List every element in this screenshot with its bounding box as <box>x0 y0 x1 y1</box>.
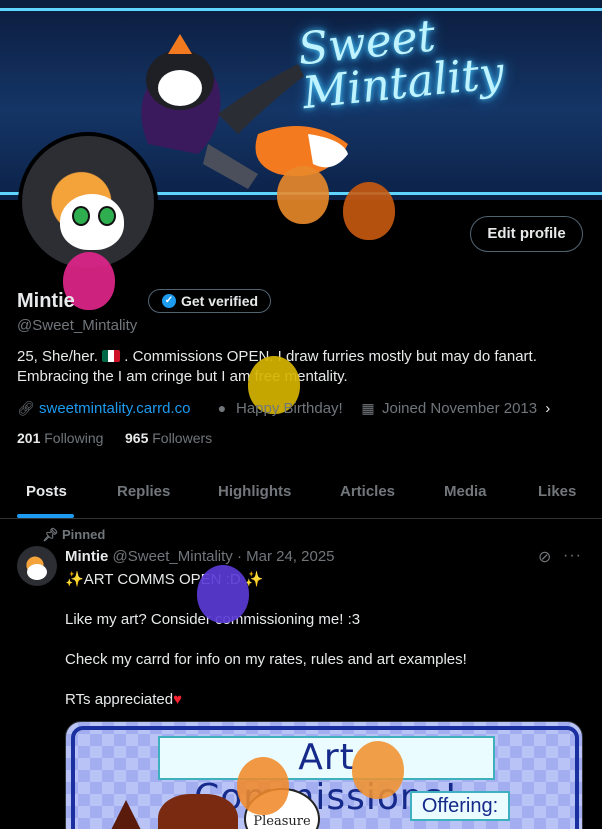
sparkle-icon-left: ✨ <box>65 571 84 588</box>
link-icon: 🔗︎ <box>17 400 35 416</box>
post-avatar-face <box>27 564 47 580</box>
more-icon[interactable]: ··· <box>563 547 585 565</box>
media-offering-label: Offering: <box>410 791 510 821</box>
profile-link[interactable]: sweetmintality.carrd.co <box>39 400 190 417</box>
tab-highlights[interactable]: Highlights <box>218 466 291 518</box>
birthday-item: ● Happy Birthday! <box>214 398 343 419</box>
balloon-icon: ● <box>217 400 227 416</box>
avatar-face <box>60 194 124 250</box>
heart-icon: ♥ <box>173 691 183 708</box>
post-header: Mintie @Sweet_Mintality · Mar 24, 2025 <box>65 548 335 565</box>
post-media-image[interactable]: Art Commissions! Offering: Pleasure <box>65 721 583 829</box>
post-line-4-text: RTs appreciated <box>65 691 174 708</box>
media-character <box>158 794 238 829</box>
profile-bio: 25, She/her. . Commissions OPEN. I draw … <box>17 347 587 387</box>
calendar-icon: ▦ <box>361 400 375 416</box>
joined-text: Joined November 2013 <box>382 400 538 417</box>
post-line-3: Check my carrd for info on my rates, rul… <box>65 651 467 668</box>
profile-name: Mintie <box>17 290 75 312</box>
profile-avatar[interactable] <box>18 132 158 272</box>
mexico-flag-icon <box>102 350 121 362</box>
chevron-right-icon[interactable]: › <box>545 400 550 417</box>
post-avatar[interactable] <box>17 546 57 586</box>
post-author[interactable]: Mintie <box>65 548 108 565</box>
followers-count: 965 <box>125 430 149 446</box>
following-link[interactable]: 201 Following <box>17 430 103 446</box>
birthday-balloon-orange-4 <box>352 741 404 799</box>
post-handle-date[interactable]: @Sweet_Mintality · Mar 24, 2025 <box>113 548 335 565</box>
following-label: Following <box>44 430 104 446</box>
edit-profile-button[interactable]: Edit profile <box>470 216 583 252</box>
profile-link-item[interactable]: 🔗︎ sweetmintality.carrd.co <box>17 398 190 419</box>
pinned-indicator: 📌︎ Pinned <box>42 527 105 543</box>
tab-media[interactable]: Media <box>444 466 487 518</box>
birthday-balloon-purple <box>197 565 249 623</box>
media-character-ear <box>106 800 146 829</box>
pinned-label: Pinned <box>62 527 106 542</box>
profile-handle: @Sweet_Mintality <box>17 317 138 334</box>
followers-label: Followers <box>152 430 213 446</box>
verified-check-icon: ✓ <box>162 294 176 308</box>
tab-posts[interactable]: Posts <box>26 466 67 518</box>
birthday-text: Happy Birthday! <box>236 400 343 417</box>
banner-stripe-top <box>0 8 602 11</box>
joined-item: ▦ Joined November 2013 › <box>360 398 550 419</box>
grok-icon[interactable]: ⊘ <box>538 549 556 567</box>
avatar-eye-left <box>72 206 90 226</box>
get-verified-button[interactable]: ✓ Get verified <box>148 289 272 313</box>
pin-icon: 📌︎ <box>42 527 59 542</box>
birthday-balloon-orange-2 <box>343 182 395 240</box>
profile-tabs: Posts Replies Highlights Articles Media … <box>0 466 602 519</box>
birthday-balloon-orange-1 <box>277 166 329 224</box>
active-tab-indicator <box>17 514 74 518</box>
get-verified-label: Get verified <box>181 293 259 309</box>
media-art-title: Art Commissions! <box>158 736 495 818</box>
avatar-eye-right <box>98 206 116 226</box>
birthday-balloon-orange-3 <box>237 757 289 815</box>
tab-articles[interactable]: Articles <box>340 466 395 518</box>
bio-text-start: 25, She/her. <box>17 348 98 365</box>
following-count: 201 <box>17 430 41 446</box>
followers-link[interactable]: 965 Followers <box>125 430 212 446</box>
tab-replies[interactable]: Replies <box>117 466 170 518</box>
post-line-4: RTs appreciated♥ <box>65 690 182 710</box>
tab-likes[interactable]: Likes <box>538 466 576 518</box>
